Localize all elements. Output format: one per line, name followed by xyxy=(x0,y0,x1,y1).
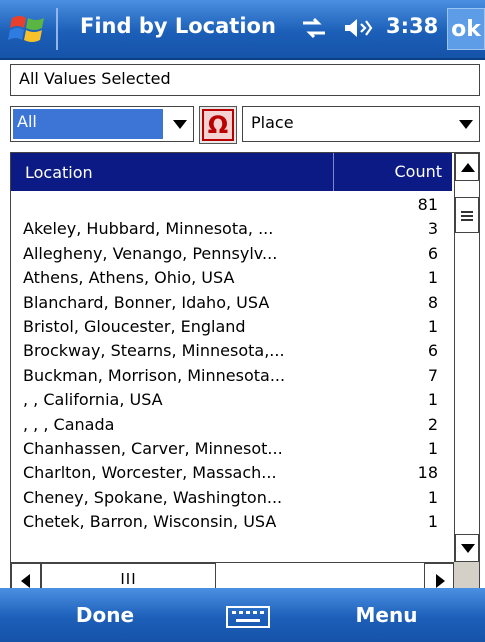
clock[interactable]: 3:38 xyxy=(386,14,438,38)
count-cell: 18 xyxy=(417,463,438,483)
scope-dropdown-value: All xyxy=(13,109,163,139)
omega-icon: Ω xyxy=(202,109,234,141)
windows-start-icon[interactable] xyxy=(8,10,48,48)
column-header-location[interactable]: Location xyxy=(25,163,93,182)
title-bar: Find by Location 3:38 ok xyxy=(0,0,485,60)
scope-dropdown[interactable]: All xyxy=(10,106,194,142)
count-cell: 1 xyxy=(427,487,438,507)
scroll-down-button[interactable] xyxy=(455,534,479,562)
field-dropdown[interactable]: Place xyxy=(242,106,480,142)
location-cell: Bristol, Gloucester, England xyxy=(23,316,246,336)
grip-line xyxy=(461,211,473,213)
title-separator xyxy=(56,8,58,50)
list-header: Location Count xyxy=(11,153,452,191)
count-cell: 7 xyxy=(427,365,438,385)
count-cell: 3 xyxy=(427,219,438,239)
count-cell: 1 xyxy=(427,512,438,532)
location-cell: Akeley, Hubbard, Minnesota, ... xyxy=(23,219,274,239)
location-cell: Charlton, Worcester, Massach... xyxy=(23,463,277,483)
softkey-bar: Done Menu xyxy=(0,588,485,642)
keyboard-icon[interactable] xyxy=(226,606,270,628)
list-item[interactable]: Chanhassen, Carver, Minnesot... 1 xyxy=(11,437,452,461)
list-rows: 81 Akeley, Hubbard, Minnesota, ... 3 Allegh… xyxy=(11,193,452,534)
count-cell: 1 xyxy=(427,316,438,336)
selection-status: All Values Selected xyxy=(10,64,480,96)
count-cell: 81 xyxy=(417,195,438,214)
window-title: Find by Location xyxy=(80,14,276,38)
sync-icon[interactable] xyxy=(300,16,328,40)
count-cell: 1 xyxy=(427,438,438,458)
list-item[interactable]: Bristol, Gloucester, England 1 xyxy=(11,315,452,339)
list-item[interactable]: Blanchard, Bonner, Idaho, USA 8 xyxy=(11,291,452,315)
location-list[interactable]: Location Count 81 Akeley, Hubbard, Minnes… xyxy=(10,152,480,597)
list-item[interactable]: Charlton, Worcester, Massach... 18 xyxy=(11,461,452,485)
list-item[interactable]: Buckman, Morrison, Minnesota... 7 xyxy=(11,364,452,388)
arrow-right-icon xyxy=(436,574,445,588)
chevron-down-icon xyxy=(173,120,187,129)
column-header-count[interactable]: Count xyxy=(333,153,450,191)
location-cell: Buckman, Morrison, Minnesota... xyxy=(23,365,286,385)
volume-icon[interactable] xyxy=(341,16,373,40)
field-dropdown-value: Place xyxy=(251,113,294,132)
arrow-up-icon xyxy=(461,163,475,172)
list-item[interactable]: Allegheny, Venango, Pennsylv... 6 xyxy=(11,242,452,266)
location-cell: , , , Canada xyxy=(23,414,115,434)
location-cell: Blanchard, Bonner, Idaho, USA xyxy=(23,292,270,312)
list-item[interactable]: Chetek, Barron, Wisconsin, USA 1 xyxy=(11,510,452,534)
count-cell: 8 xyxy=(427,292,438,312)
location-cell: Chetek, Barron, Wisconsin, USA xyxy=(23,512,277,532)
omega-filter-button[interactable]: Ω xyxy=(199,106,237,144)
count-cell: 1 xyxy=(427,268,438,288)
list-item[interactable]: , , , Canada 2 xyxy=(11,413,452,437)
location-cell: Athens, Athens, Ohio, USA xyxy=(23,268,235,288)
count-cell: 2 xyxy=(427,414,438,434)
location-cell: Cheney, Spokane, Washington... xyxy=(23,487,283,507)
count-cell: 6 xyxy=(427,243,438,263)
count-cell: 6 xyxy=(427,341,438,361)
count-cell: 1 xyxy=(427,390,438,410)
list-item[interactable]: Cheney, Spokane, Washington... 1 xyxy=(11,486,452,510)
scroll-up-button[interactable] xyxy=(455,153,479,181)
list-item[interactable]: 81 xyxy=(11,193,452,217)
arrow-down-icon xyxy=(461,544,475,553)
arrow-left-icon xyxy=(21,574,30,588)
grip-line xyxy=(461,215,473,217)
location-cell: Chanhassen, Carver, Minnesot... xyxy=(23,438,283,458)
location-cell: , , California, USA xyxy=(23,390,163,410)
done-button[interactable]: Done xyxy=(0,588,210,642)
list-item[interactable]: , , California, USA 1 xyxy=(11,388,452,412)
location-cell: Brockway, Stearns, Minnesota,... xyxy=(23,341,285,361)
list-item[interactable]: Akeley, Hubbard, Minnesota, ... 3 xyxy=(11,217,452,241)
ok-button[interactable]: ok xyxy=(447,8,485,50)
vertical-scroll-thumb[interactable] xyxy=(455,197,479,233)
location-cell: Allegheny, Venango, Pennsylv... xyxy=(23,243,278,263)
grip-line xyxy=(461,219,473,221)
vertical-scrollbar[interactable] xyxy=(454,153,479,562)
menu-button[interactable]: Menu xyxy=(288,588,485,642)
list-item[interactable]: Athens, Athens, Ohio, USA 1 xyxy=(11,266,452,290)
chevron-down-icon xyxy=(459,120,473,129)
list-item[interactable]: Brockway, Stearns, Minnesota,... 6 xyxy=(11,339,452,363)
